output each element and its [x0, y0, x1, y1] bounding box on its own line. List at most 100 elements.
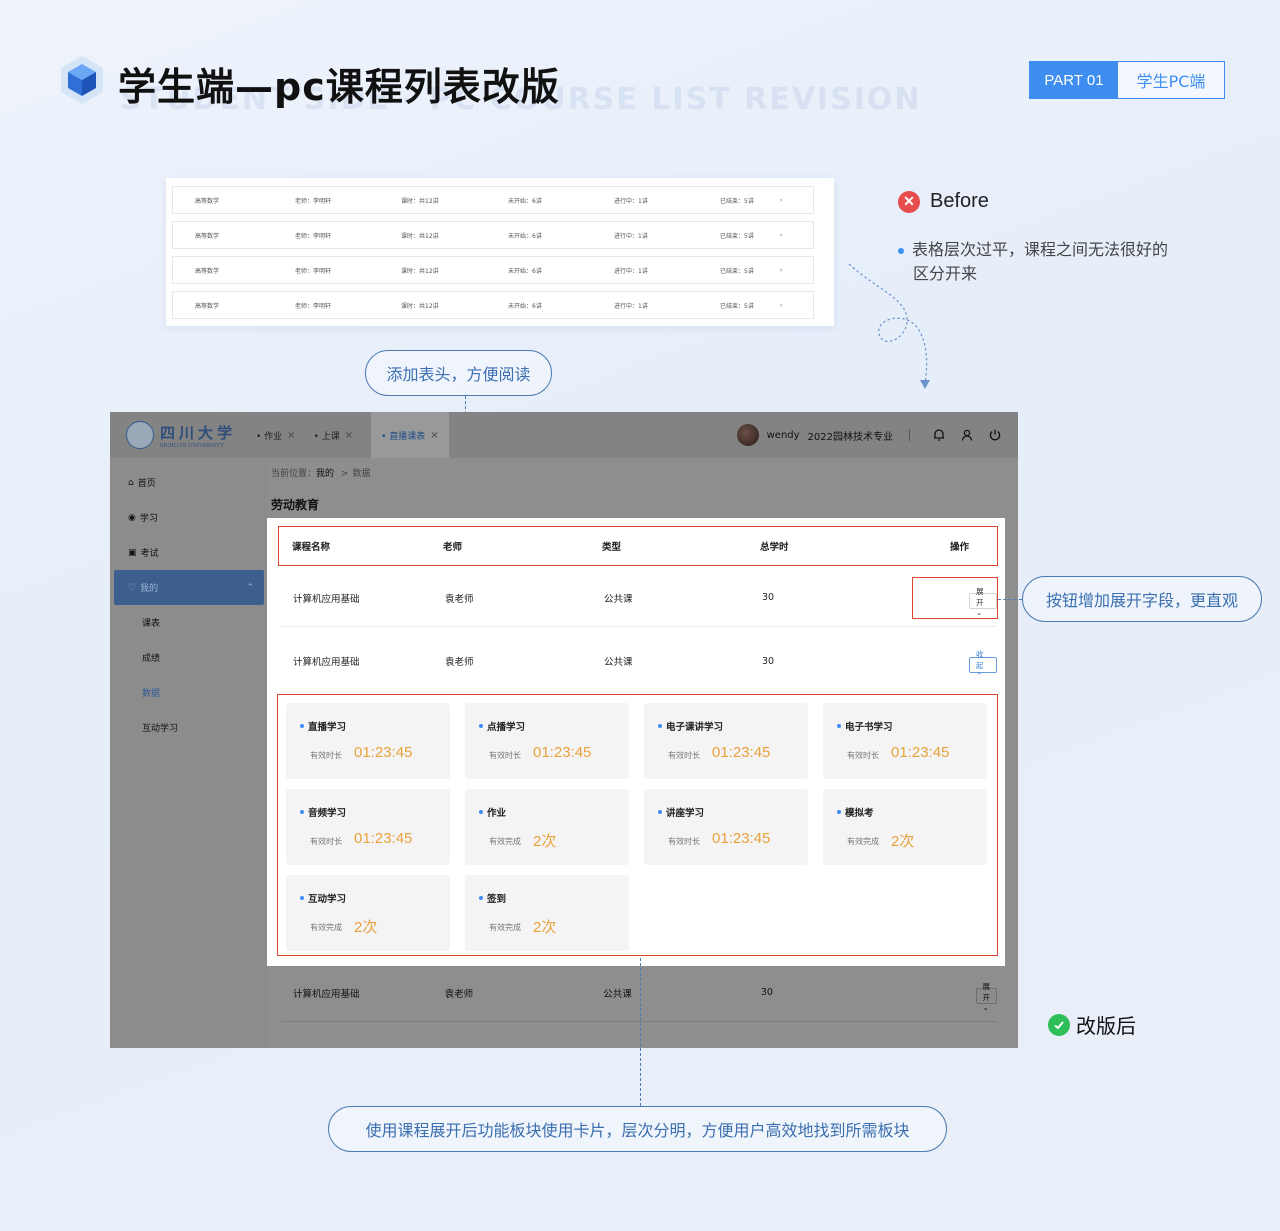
close-icon[interactable]: × — [345, 430, 353, 441]
before-cell-teacher: 老师：李明轩 — [295, 232, 332, 240]
sidebar-item-label: 我的 — [140, 584, 159, 594]
bullet-dot-icon — [837, 810, 841, 814]
before-cell-not-started: 未开始：6讲 — [508, 197, 542, 205]
bell-icon[interactable] — [932, 428, 946, 442]
sidebar-item-label: 首页 — [137, 479, 156, 489]
sidebar-item-label: 考试 — [140, 549, 159, 559]
col-hours: 总学时 — [760, 542, 789, 553]
sidebar-sub-grades[interactable]: 成绩 — [110, 640, 268, 675]
app-topbar: 四川大学 SICHUAN UNIVERSITY • 作业 × • 上课 × • 直播… — [110, 412, 1018, 458]
tab-class[interactable]: • 上课 × — [314, 429, 354, 442]
breadcrumb-link[interactable]: 我的 — [316, 469, 334, 479]
card-title: 签到 — [479, 891, 506, 905]
home-icon: ⌂ — [128, 477, 134, 488]
collapse-button[interactable]: 收起 ⌃ — [969, 650, 997, 680]
user-area: wendy 2022园林技术专业 — [736, 424, 1002, 446]
card-title: 作业 — [479, 805, 506, 819]
sidebar-sub-schedule[interactable]: 课表 — [110, 605, 268, 640]
tab-homework[interactable]: • 作业 × — [256, 429, 296, 442]
study-card[interactable]: 直播学习有效时长 01:23:45 — [286, 703, 450, 779]
study-card[interactable]: 音频学习 有效时长 01:23:45 — [286, 789, 450, 865]
divider — [909, 429, 910, 441]
card-metric-value: 01:23:45 — [354, 830, 413, 847]
tab-live-schedule[interactable]: • 直播课表 × — [371, 412, 449, 458]
card-title-text: 模拟考 — [845, 808, 874, 819]
before-cell-arrow: › — [780, 231, 783, 239]
card-title: 互动学习 — [300, 891, 346, 905]
before-cell-ongoing: 进行中：1讲 — [614, 232, 648, 240]
before-cell-arrow: › — [780, 266, 783, 274]
exam-icon: ▣ — [128, 547, 137, 558]
card-metric-label: 有效完成 — [310, 923, 342, 932]
card-metric-value: 01:23:45 — [712, 830, 771, 847]
logo-en: SICHUAN UNIVERSITY — [160, 442, 225, 449]
card-title-text: 电子课讲学习 — [666, 722, 724, 733]
study-card[interactable]: 模拟考 有效完成 2次 — [823, 789, 987, 865]
bullet-dot-icon — [300, 896, 304, 900]
study-card[interactable]: 电子书学习 有效时长 01:23:45 — [823, 703, 987, 779]
bullet-dot-icon — [479, 896, 483, 900]
sidebar-sub-data[interactable]: 数据 — [110, 675, 268, 710]
expand-button[interactable]: 展开 ⌄ — [975, 982, 998, 1012]
card-metric-value: 2次 — [891, 833, 915, 850]
before-cell-teacher: 老师：李明轩 — [295, 302, 332, 310]
close-icon[interactable]: × — [430, 430, 438, 441]
card-title: 直播学习 — [300, 719, 346, 733]
before-cell-ended: 已结束：5讲 — [720, 232, 754, 240]
logo-cn: 四川大学 — [160, 423, 237, 442]
bullet-dot-icon — [479, 724, 483, 728]
close-icon[interactable]: × — [287, 430, 295, 441]
part-tag: PART 01 学生PC端 — [1029, 61, 1225, 99]
study-card[interactable]: 点播学习 有效时长 01:23:45 — [465, 703, 629, 779]
before-cell-ongoing: 进行中：1讲 — [614, 197, 648, 205]
card-title-text: 签到 — [487, 894, 507, 905]
before-cell-not-started: 未开始：6讲 — [508, 302, 542, 310]
study-card[interactable]: 互动学习有效完成 2次 — [286, 875, 450, 951]
card-metric-value: 2次 — [533, 919, 557, 936]
card-metric-value: 01:23:45 — [891, 744, 950, 761]
cell-type: 公共课 — [604, 593, 633, 605]
callout-button-note: 按钮增加展开字段，更直观 — [1022, 576, 1262, 622]
col-type: 类型 — [602, 542, 622, 553]
study-card[interactable]: 讲座学习 有效时长 01:23:45 — [644, 789, 808, 865]
avatar[interactable] — [736, 424, 759, 446]
chevron-up-icon: ⌃ — [246, 582, 254, 593]
card-metric-label: 有效时长 — [310, 751, 342, 760]
study-card[interactable]: 作业 有效完成 2次 — [465, 789, 629, 865]
card-title-text: 直播学习 — [308, 722, 347, 733]
bullet-dot-icon — [479, 810, 483, 814]
bullet-dot-icon — [658, 724, 662, 728]
button-highlight-box — [912, 577, 998, 619]
card-metric-label: 有效时长 — [668, 751, 700, 760]
sidebar-item-study[interactable]: ◉ 学习 — [110, 500, 268, 535]
card-title: 讲座学习 — [658, 805, 704, 819]
callout-header-note: 添加表头，方便阅读 — [365, 350, 552, 396]
study-card[interactable]: 签到 有效完成 2次 — [465, 875, 629, 951]
sidebar-item-exam[interactable]: ▣ 考试 — [110, 535, 268, 570]
power-icon[interactable] — [988, 428, 1002, 442]
before-table-row: 高等数学 老师：李明轩 课时：共12讲 未开始：6讲 进行中：1讲 已结束：5讲 › — [172, 291, 814, 319]
before-cell-ended: 已结束：5讲 — [720, 267, 754, 275]
sidebar-item-mine[interactable]: ♡ 我的 ⌃ — [114, 570, 264, 605]
sidebar-sub-interactive[interactable]: 互动学习 — [110, 710, 268, 745]
section-title: 劳动教育 — [271, 498, 320, 512]
card-metric-value: 01:23:45 — [533, 744, 592, 761]
before-table-row: 高等数学 老师：李明轩 课时：共12讲 未开始：6讲 进行中：1讲 已结束：5讲 › — [172, 186, 814, 214]
tab-label: • 作业 — [256, 431, 283, 442]
before-cell-hours: 课时：共12讲 — [401, 267, 439, 275]
check-icon — [1048, 1013, 1070, 1036]
before-cell-hours: 课时：共12讲 — [401, 197, 439, 205]
tab-label: • 直播课表 — [381, 431, 426, 442]
before-desc-line1: 表格层次过平，课程之间无法很好的 — [912, 240, 1169, 259]
card-title-text: 讲座学习 — [666, 808, 705, 819]
study-card[interactable]: 电子课讲学习 有效时长 01:23:45 — [644, 703, 808, 779]
user-icon[interactable] — [960, 428, 974, 442]
bullet-dot-icon — [898, 247, 904, 254]
table-row: 计算机应用基础 袁老师 公共课 30 展开 ⌄ — [281, 964, 998, 1022]
table-row: 计算机应用基础 袁老师 公共课 30 收起 ⌃ — [281, 632, 997, 690]
after-heading: 改版后 — [1048, 1010, 1136, 1039]
sidebar-item-home[interactable]: ⌂ 首页 — [110, 465, 268, 500]
card-metric-value: 2次 — [354, 919, 378, 936]
before-cell-hours: 课时：共12讲 — [401, 302, 439, 310]
card-metric-value: 01:23:45 — [354, 744, 413, 761]
